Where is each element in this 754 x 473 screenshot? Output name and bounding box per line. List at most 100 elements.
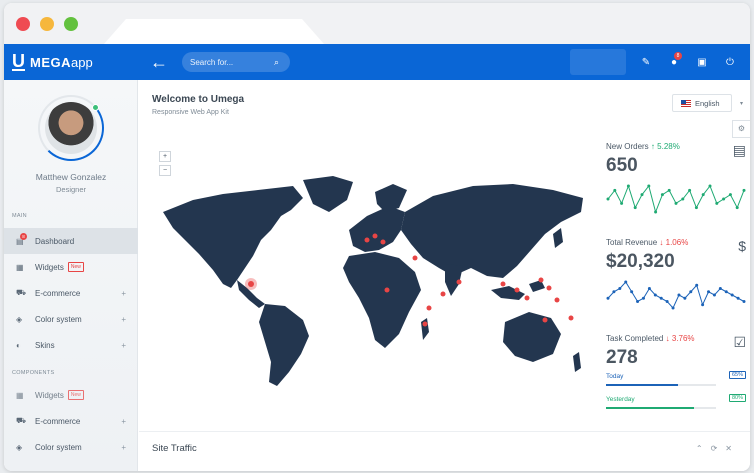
language-selector[interactable]: English ▾	[672, 94, 743, 112]
total-revenue-sparkline	[606, 280, 746, 310]
power-icon[interactable]: ⏻	[716, 57, 744, 68]
search-icon[interactable]: ⌕	[274, 57, 279, 68]
map-zoom-in-button[interactable]: +	[159, 151, 171, 162]
minimize-window-button[interactable]	[40, 17, 54, 31]
sparkline-point	[647, 287, 651, 290]
expand-plus-icon[interactable]: +	[121, 341, 126, 350]
sidebar-item-label: Widgets	[35, 390, 64, 400]
sparkline-point	[653, 293, 657, 297]
page-title: Welcome to Umega	[152, 94, 245, 105]
progress-label: Yesterday	[606, 396, 635, 403]
sparkline-point	[722, 197, 726, 201]
world-map[interactable]	[153, 172, 593, 392]
progress-track	[606, 407, 716, 409]
sparkline-point	[626, 184, 630, 188]
collapse-icon[interactable]: ⌃	[696, 444, 711, 453]
sidebar-item-label: E-commerce	[35, 416, 81, 426]
sparkline-point	[618, 287, 622, 290]
stat-change: 5.28%	[657, 142, 680, 151]
brand-mega: MEGA	[30, 54, 71, 70]
checkbox-icon: ☑	[733, 334, 746, 350]
progress-today: Today 65%	[606, 371, 746, 386]
progress-yesterday: Yesterday 80%	[606, 394, 746, 409]
online-status-dot	[92, 104, 99, 111]
stat-total-revenue: Total Revenue ↓ 1.06% $ $20,320	[606, 238, 746, 334]
logo-icon: U	[12, 51, 25, 71]
sidebar-item-color-system-2[interactable]: ◈ Color system +	[4, 434, 138, 460]
cart-icon: ⛟	[16, 288, 27, 297]
settings-gear-icon[interactable]: ⚙	[732, 120, 750, 138]
progress-percent: 65%	[728, 371, 746, 379]
sidebar-item-ecommerce-2[interactable]: ⛟ E-commerce +	[4, 408, 138, 434]
sparkline-point	[707, 290, 711, 294]
layout-icon[interactable]: ▣	[688, 57, 716, 68]
user-role: Designer	[55, 185, 86, 194]
section-components: COMPONENTS	[12, 370, 55, 376]
sidebar-item-label: Color system	[35, 314, 82, 324]
sidebar-item-ecommerce[interactable]: ⛟ E-commerce +	[4, 280, 138, 306]
main-content: Welcome to Umega Responsive Web App Kit …	[139, 80, 750, 471]
sparkline-point	[654, 210, 658, 214]
stat-value: 650	[606, 155, 638, 176]
sidebar-item-widgets[interactable]: ▦ Widgets New	[4, 254, 138, 280]
sparkline-point	[712, 293, 716, 297]
browser-window: U MEGA app ← ⌕ ✎ ●8 ▣ ⏻ Matthew Gonzalez…	[4, 3, 750, 471]
sparkline-point	[667, 188, 671, 192]
sparkline-point	[606, 296, 610, 300]
sparkline-point	[742, 188, 746, 192]
sidebar-item-label: Widgets	[35, 262, 64, 272]
skins-icon: ◐	[16, 340, 21, 350]
sparkline-point	[736, 296, 740, 300]
progress-track	[606, 384, 716, 386]
stat-label: Total Revenue	[606, 238, 658, 247]
receipt-icon: ▤	[732, 142, 746, 158]
language-label: English	[695, 98, 720, 108]
paint-bucket-icon: ◈	[16, 442, 23, 452]
refresh-icon[interactable]: ⟳	[711, 444, 726, 453]
sparkline-line	[607, 281, 745, 309]
trend-up-icon: ↑	[650, 142, 655, 151]
expand-plus-icon[interactable]: +	[121, 417, 126, 426]
brand-logo[interactable]: U MEGA app	[4, 44, 138, 80]
notifications-icon[interactable]: ● 8	[660, 51, 688, 68]
pin-icon[interactable]: ✎	[632, 57, 660, 68]
sparkline-point	[674, 201, 678, 205]
dashboard-icon: ▤ 8	[16, 232, 28, 246]
sparkline-point	[606, 197, 610, 201]
expand-plus-icon[interactable]: +	[121, 289, 126, 298]
stat-task-completed: Task Completed ↓ 3.76% ☑ 278 Today 65% Y…	[606, 334, 746, 430]
sparkline-point	[715, 201, 719, 205]
close-icon[interactable]: ✕	[725, 444, 740, 453]
dashboard-badge: 8	[20, 232, 27, 240]
notifications-badge: 8	[674, 51, 682, 60]
window-titlebar	[4, 3, 750, 44]
site-traffic-panel: Site Traffic ⌃⟳✕	[139, 431, 750, 471]
browser-tab[interactable]	[104, 19, 324, 44]
sparkline-point	[612, 290, 616, 294]
sidebar-item-widgets-2[interactable]: ▦ Widgets New	[4, 382, 138, 408]
avatar[interactable]	[45, 102, 99, 154]
sparkline-point	[624, 280, 628, 284]
sparkline-point	[735, 206, 739, 210]
new-tag: New	[67, 262, 84, 272]
top-navbar: U MEGA app ← ⌕ ✎ ●8 ▣ ⏻	[4, 44, 750, 80]
expand-plus-icon[interactable]: +	[121, 443, 126, 452]
stat-change: 3.76%	[671, 334, 695, 343]
close-window-button[interactable]	[16, 17, 30, 31]
search-bar[interactable]: ⌕	[182, 52, 290, 72]
sidebar: Matthew Gonzalez Designer MAIN ▤ 8 Dashbo…	[4, 80, 138, 471]
sidebar-item-dashboard[interactable]: ▤ 8 Dashboard	[4, 228, 138, 254]
avatar-ring	[38, 95, 104, 161]
widgets-icon: ▦	[16, 262, 24, 272]
sidebar-item-color-system[interactable]: ◈ Color system +	[4, 306, 138, 332]
search-input[interactable]	[190, 57, 274, 67]
paint-bucket-icon: ◈	[16, 314, 23, 324]
maximize-window-button[interactable]	[64, 17, 78, 31]
stats-panel: New Orders ↑ 5.28% ▤ 650 Total Revenue ↓…	[606, 142, 746, 430]
new-tag: New	[67, 390, 84, 400]
back-arrow-icon[interactable]: ←	[144, 52, 174, 73]
expand-plus-icon[interactable]: +	[121, 315, 126, 324]
sidebar-item-skins[interactable]: ◐ Skins +	[4, 332, 138, 358]
chevron-down-icon[interactable]: ▾	[740, 100, 743, 107]
progress-fill	[606, 384, 678, 386]
